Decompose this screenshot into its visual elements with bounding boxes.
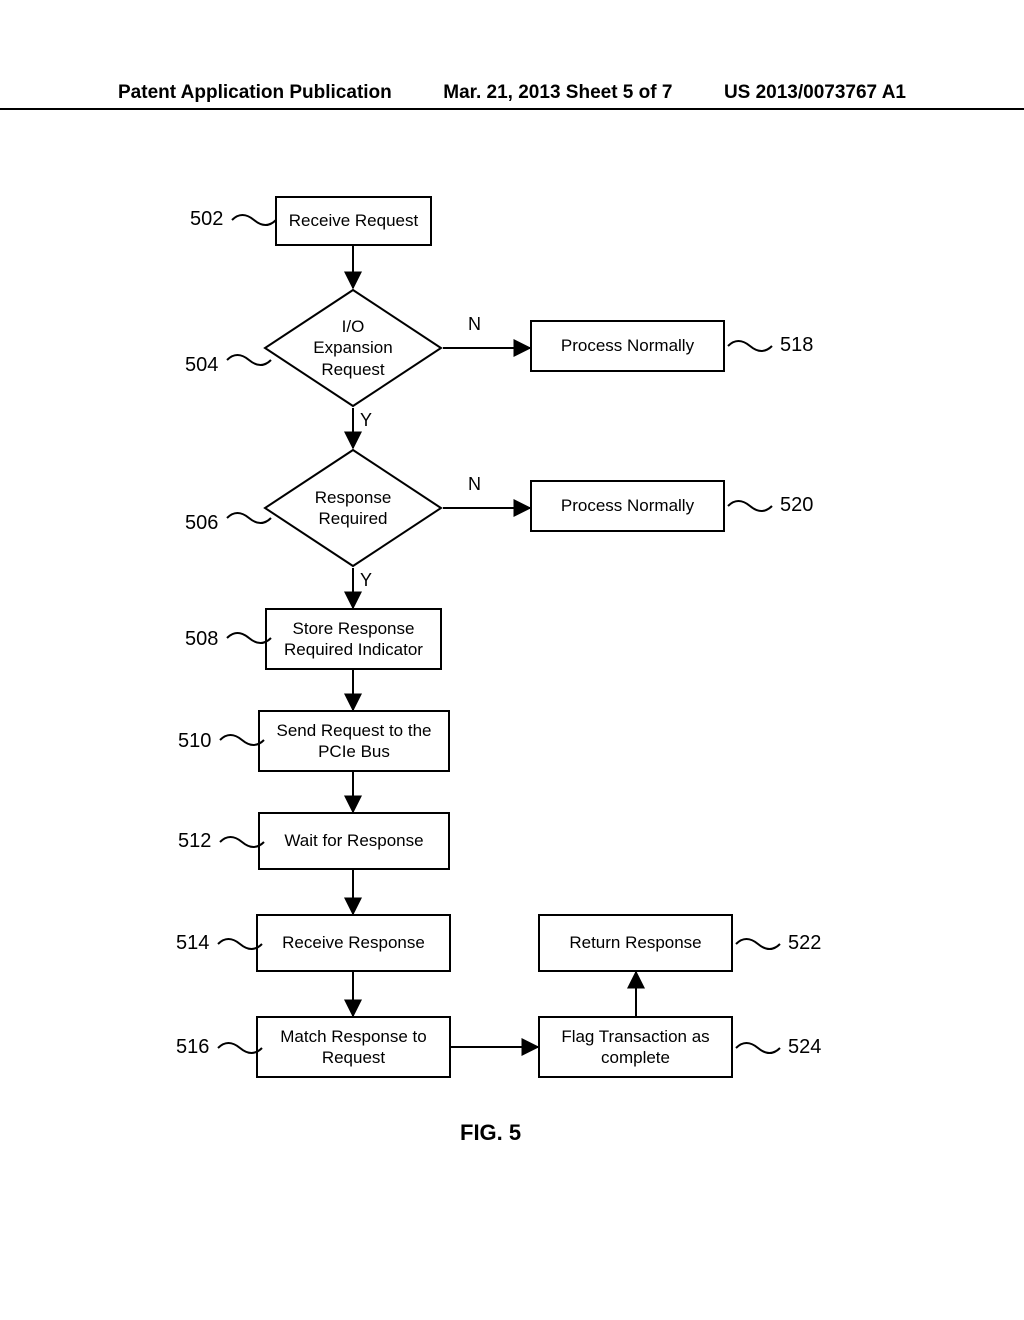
ref-connector-522 [734,936,782,952]
ref-504: 504 [185,354,218,377]
node-524: Flag Transaction as complete [538,1016,733,1078]
ref-connector-508 [225,630,273,646]
node-520-text: Process Normally [561,495,694,516]
node-508-text: Store Response Required Indicator [284,618,423,661]
node-520: Process Normally [530,480,725,532]
ref-516: 516 [176,1036,209,1059]
node-518: Process Normally [530,320,725,372]
ref-connector-504 [225,352,273,368]
ref-connector-514 [216,936,264,952]
node-512-text: Wait for Response [284,830,423,851]
ref-connector-516 [216,1040,264,1056]
node-502: Receive Request [275,196,432,246]
node-522: Return Response [538,914,733,972]
ref-connector-502 [230,212,278,228]
node-502-text: Receive Request [289,210,418,231]
ref-connector-518 [726,338,774,354]
ref-connector-510 [218,732,266,748]
ref-connector-506 [225,510,273,526]
node-522-text: Return Response [569,932,701,953]
header-right: US 2013/0073767 A1 [724,82,1024,104]
edge-506-no: N [468,474,481,495]
ref-524: 524 [788,1036,821,1059]
node-516: Match Response to Request [256,1016,451,1078]
node-504: I/O Expansion Request [263,288,443,408]
page-header: Patent Application Publication Mar. 21, … [0,82,1024,110]
page: Patent Application Publication Mar. 21, … [0,0,1024,1320]
node-516-text: Match Response to Request [280,1026,426,1069]
node-514-text: Receive Response [282,932,425,953]
node-514: Receive Response [256,914,451,972]
header-left: Patent Application Publication [0,82,392,104]
ref-connector-512 [218,834,266,850]
edge-504-no: N [468,314,481,335]
ref-508: 508 [185,628,218,651]
ref-518: 518 [780,334,813,357]
ref-506: 506 [185,512,218,535]
ref-connector-524 [734,1040,782,1056]
edge-506-yes: Y [360,570,372,591]
ref-512: 512 [178,830,211,853]
node-512: Wait for Response [258,812,450,870]
header-mid: Mar. 21, 2013 Sheet 5 of 7 [392,82,724,104]
edge-504-yes: Y [360,410,372,431]
node-508: Store Response Required Indicator [265,608,442,670]
node-518-text: Process Normally [561,335,694,356]
ref-514: 514 [176,932,209,955]
node-510: Send Request to the PCIe Bus [258,710,450,772]
node-510-text: Send Request to the PCIe Bus [276,720,431,763]
header-row: Patent Application Publication Mar. 21, … [0,82,1024,104]
ref-connector-520 [726,498,774,514]
ref-510: 510 [178,730,211,753]
ref-520: 520 [780,494,813,517]
ref-522: 522 [788,932,821,955]
ref-502: 502 [190,208,223,231]
node-506: Response Required [263,448,443,568]
figure-label: FIG. 5 [460,1120,521,1146]
node-524-text: Flag Transaction as complete [561,1026,709,1069]
